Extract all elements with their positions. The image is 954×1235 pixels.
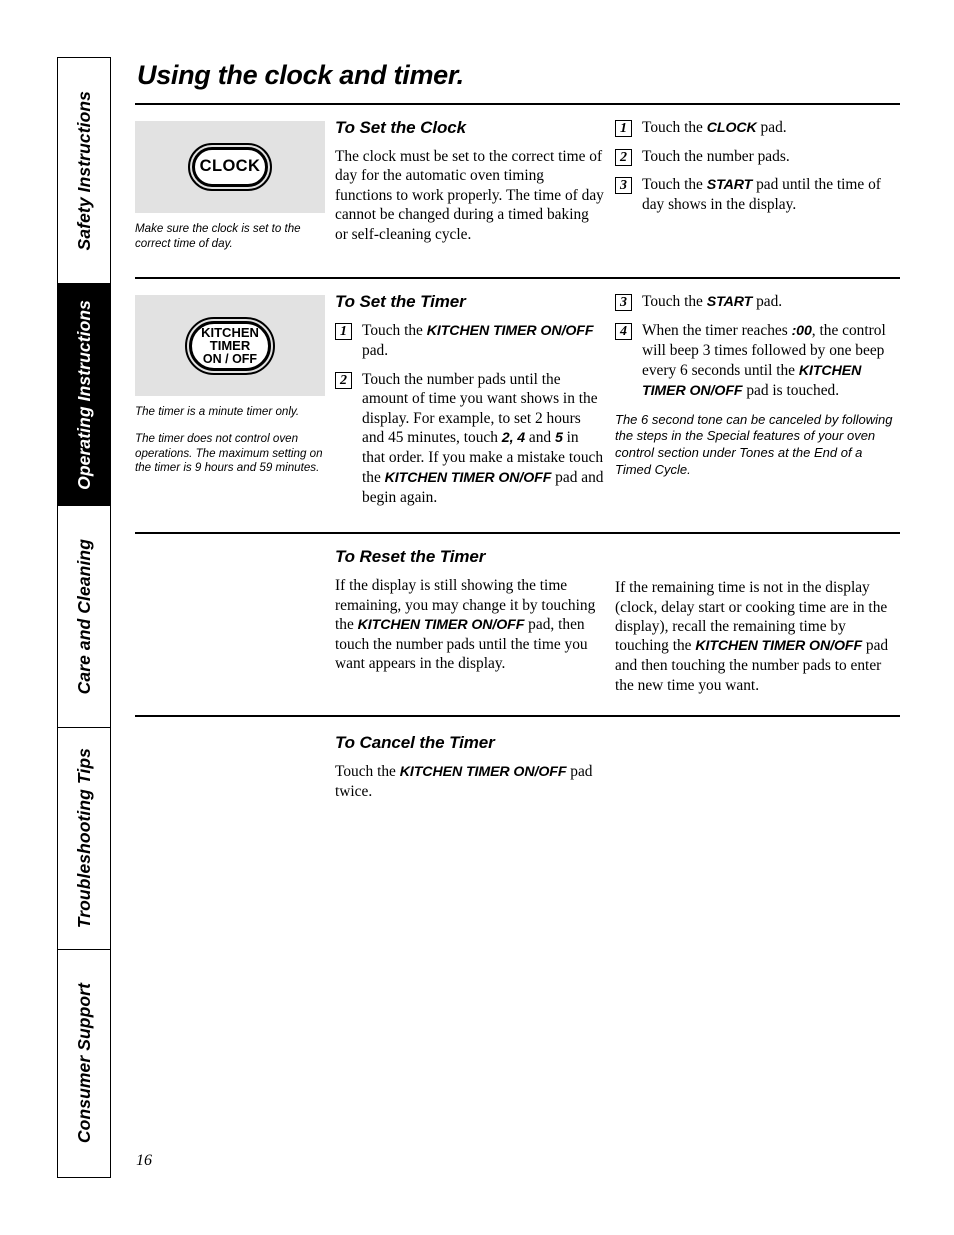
step-text-pre: Touch the — [642, 119, 707, 136]
page-title: Using the clock and timer. — [137, 60, 464, 90]
section-set-the-timer: KITCHEN TIMER ON / OFF The timer is a mi… — [135, 279, 900, 532]
clock-text-column: To Set the Clock The clock must be set t… — [335, 105, 615, 263]
sidebar-tab-label: Troubleshooting Tips — [73, 748, 94, 929]
step-text-pre: Touch the — [362, 322, 427, 340]
heading-cancel-the-timer: To Cancel the Timer — [335, 733, 495, 753]
kitchen-timer-pad-label-line2: TIMER — [209, 338, 251, 354]
step-item: 3 Touch the START pad. — [615, 292, 900, 312]
sidebar-tab-label: Operating Instructions — [73, 299, 94, 490]
cancel-body-text: Touch the KITCHEN TIMER ON/OFF pad twice… — [335, 762, 605, 801]
cancel-text-column: To Cancel the Timer Touch the KITCHEN TI… — [335, 717, 615, 801]
timer-steps-list-left: 1 Touch the KITCHEN TIMER ON/OFF pad. 2 … — [335, 321, 605, 507]
kitchen-timer-pad-label-line1: KITCHEN — [201, 324, 259, 340]
heading-set-the-timer: To Set the Timer — [335, 292, 466, 312]
number-pads-2-4: 2, 4 — [501, 430, 526, 447]
reset-art-spacer — [135, 534, 335, 695]
step-text-post: pad. — [752, 293, 783, 311]
timer-steps-left-column: To Set the Timer 1 Touch the KITCHEN TIM… — [335, 279, 615, 516]
sidebar-tab-safety-instructions[interactable]: Safety Instructions — [58, 58, 110, 284]
clock-pad-label: CLOCK — [199, 157, 261, 176]
page-content: Using the clock and timer. CLOCK Make su… — [135, 60, 900, 802]
sidebar-tab-label: Care and Cleaning — [73, 538, 94, 695]
cancel-right-spacer — [615, 717, 900, 801]
step-item: 3 Touch the START pad until the time of … — [615, 175, 900, 214]
section-set-the-clock: CLOCK Make sure the clock is set to the … — [135, 105, 900, 277]
section-cancel-the-timer: To Cancel the Timer Touch the KITCHEN TI… — [135, 717, 900, 801]
sidebar-tab-label: Safety Instructions — [73, 90, 94, 251]
sidebar-tab-rail: Safety Instructions Operating Instructio… — [57, 57, 111, 1178]
timer-value-zero-zero: :00 — [791, 323, 812, 340]
timer-steps-right-column: 3 Touch the START pad. 4 When the timer … — [615, 279, 900, 516]
step-text: Touch the number pads. — [642, 147, 900, 166]
number-pad-5: 5 — [554, 430, 563, 447]
timer-art-column: KITCHEN TIMER ON / OFF The timer is a mi… — [135, 279, 335, 516]
sidebar-tab-troubleshooting-tips[interactable]: Troubleshooting Tips — [58, 728, 110, 950]
timer-tone-note: The 6 second tone can be canceled by fol… — [615, 411, 893, 478]
step-number-box: 3 — [615, 177, 632, 195]
step-number-box: 4 — [615, 323, 632, 341]
reset-right-text: If the remaining time is not in the disp… — [615, 578, 900, 695]
clock-steps-column: 1 Touch the CLOCK pad. 2 Touch the numbe… — [615, 105, 900, 263]
clock-body-text: The clock must be set to the correct tim… — [335, 148, 604, 243]
clock-pad-button[interactable]: CLOCK — [188, 143, 272, 191]
sidebar-tab-label: Consumer Support — [73, 982, 94, 1144]
step-text-pre: Touch the number pads. — [642, 147, 790, 165]
step-text: Touch the START pad. — [642, 292, 900, 312]
text-part: Touch the — [335, 763, 400, 781]
step-text: Touch the CLOCK pad. — [642, 118, 900, 138]
pad-name-start: START — [706, 294, 753, 311]
timer-caption-2: The timer does not control oven operatio… — [135, 431, 323, 475]
step-text-pre: Touch the — [642, 293, 707, 311]
step-number-box: 3 — [615, 294, 632, 312]
kitchen-timer-pad-illustration: KITCHEN TIMER ON / OFF — [135, 295, 325, 397]
sidebar-tab-operating-instructions[interactable]: Operating Instructions — [58, 284, 110, 506]
step-text-post: pad. — [362, 342, 389, 360]
step-text-pre: Touch the — [642, 176, 707, 194]
step-text-part: pad is touched. — [742, 381, 840, 399]
step-text-post: pad. — [756, 119, 787, 136]
step-item: 2 Touch the number pads. — [615, 147, 900, 166]
step-number-box: 2 — [615, 148, 632, 166]
timer-caption-1: The timer is a minute timer only. — [135, 405, 300, 419]
step-text: When the timer reaches :00, the control … — [642, 321, 900, 400]
cancel-art-spacer — [135, 717, 335, 801]
step-number-box: 1 — [335, 323, 352, 341]
clock-steps-list: 1 Touch the CLOCK pad. 2 Touch the numbe… — [615, 118, 900, 215]
section-reset-the-timer: To Reset the Timer If the display is sti… — [135, 534, 900, 715]
kitchen-timer-pad-label-line3: ON / OFF — [202, 351, 258, 366]
step-text: Touch the number pads until the amount o… — [362, 370, 605, 507]
heading-set-the-clock: To Set the Clock — [335, 118, 466, 137]
pad-name-start: START — [706, 177, 753, 194]
step-item: 1 Touch the KITCHEN TIMER ON/OFF pad. — [335, 321, 605, 360]
pad-name-kitchen-timer: KITCHEN TIMER ON/OFF — [426, 323, 594, 340]
pad-name-kitchen-timer: KITCHEN TIMER ON/OFF — [384, 469, 552, 486]
clock-caption: Make sure the clock is set to the correc… — [135, 222, 301, 250]
step-number-box: 2 — [335, 371, 352, 389]
step-item: 4 When the timer reaches :00, the contro… — [615, 321, 900, 400]
timer-steps-list-right: 3 Touch the START pad. 4 When the timer … — [615, 292, 900, 400]
heading-reset-the-timer: To Reset the Timer — [335, 547, 486, 567]
step-item: 1 Touch the CLOCK pad. — [615, 118, 900, 138]
kitchen-timer-pad-button[interactable]: KITCHEN TIMER ON / OFF — [185, 316, 275, 375]
sidebar-tab-consumer-support[interactable]: Consumer Support — [58, 950, 110, 1176]
clock-art-column: CLOCK Make sure the clock is set to the … — [135, 105, 335, 263]
pad-name-kitchen-timer: KITCHEN TIMER ON/OFF — [399, 764, 567, 781]
reset-left-text: If the display is still showing the time… — [335, 576, 605, 674]
pad-name-kitchen-timer: KITCHEN TIMER ON/OFF — [357, 616, 525, 633]
clock-pad-illustration: CLOCK — [135, 121, 325, 213]
reset-left-column: To Reset the Timer If the display is sti… — [335, 534, 615, 695]
step-text: Touch the START pad until the time of da… — [642, 175, 900, 214]
step-text: Touch the KITCHEN TIMER ON/OFF pad. — [362, 321, 605, 360]
step-text-part: and — [525, 429, 555, 447]
pad-name-clock: CLOCK — [706, 120, 757, 136]
pad-name-kitchen-timer: KITCHEN TIMER ON/OFF — [695, 638, 863, 655]
sidebar-tab-care-and-cleaning[interactable]: Care and Cleaning — [58, 506, 110, 728]
step-text-part: When the timer reaches — [642, 322, 792, 340]
page-number: 16 — [136, 1152, 152, 1169]
step-item: 2 Touch the number pads until the amount… — [335, 370, 605, 507]
reset-right-column: If the remaining time is not in the disp… — [615, 534, 900, 695]
step-number-box: 1 — [615, 120, 632, 137]
